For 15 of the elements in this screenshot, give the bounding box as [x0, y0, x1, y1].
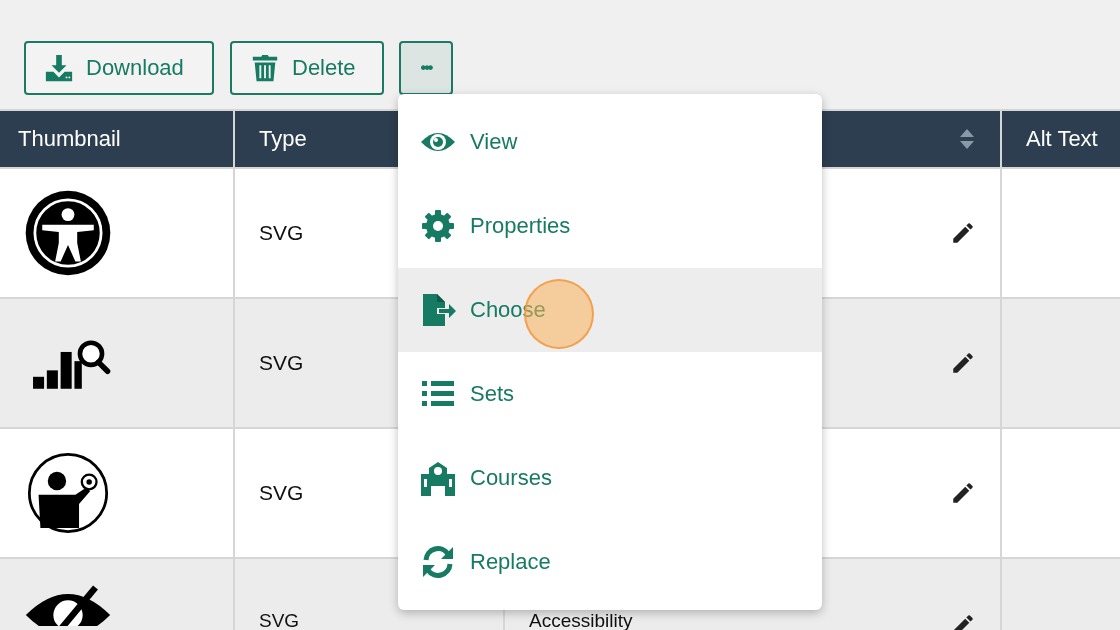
- trash-icon: [250, 53, 280, 83]
- edit-icon[interactable]: [950, 220, 976, 246]
- file-export-icon: [420, 292, 456, 328]
- sort-icon[interactable]: [959, 128, 975, 150]
- toolbar-button[interactable]: Delete: [230, 41, 384, 95]
- column-header: Alt Text: [1002, 111, 1120, 167]
- toolbar-button[interactable]: Download: [24, 41, 214, 95]
- download-icon: [44, 53, 74, 83]
- edit-icon[interactable]: [950, 480, 976, 506]
- gear-icon: [420, 208, 456, 244]
- column-header: Thumbnail: [0, 111, 233, 167]
- edit-icon[interactable]: [950, 350, 976, 376]
- more-button[interactable]: •••: [399, 41, 453, 95]
- refresh-icon: [420, 544, 456, 580]
- school-icon: [420, 460, 456, 496]
